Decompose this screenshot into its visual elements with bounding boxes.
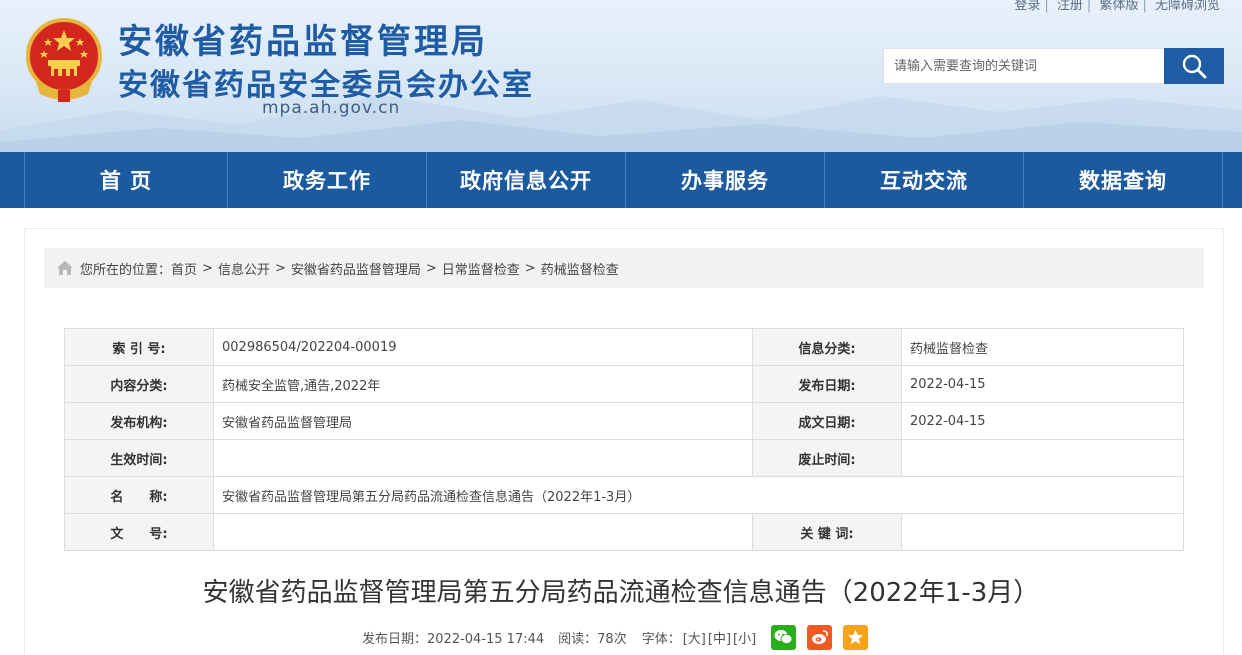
search-input[interactable] — [884, 49, 1164, 83]
site-header: 登录 | 注册 | 繁体版 | 无障碍浏览 安徽省药品监督管理局 安徽省药品安全委员会… — [0, 0, 1242, 152]
breadcrumb-info-disclosure[interactable]: 信息公开 — [218, 259, 270, 278]
table-row: 文 号: 关 键 词: — [64, 513, 1184, 551]
document-number-value — [213, 513, 753, 551]
category-value: 药械监督检查 — [901, 328, 1184, 366]
font-size-controls: 字体： [大] [中] [小] — [641, 628, 757, 647]
article-title: 安徽省药品监督管理局第五分局药品流通检查信息通告（2022年1-3月） — [202, 578, 1040, 608]
font-size-small-button[interactable]: [小] — [733, 632, 756, 647]
metadata-table: 索 引 号: 002986504/202204-00019 信息分类: 药械监督… — [64, 328, 1184, 551]
top-links: 登录 | 注册 | 繁体版 | 无障碍浏览 — [1010, 0, 1224, 13]
search-box — [883, 48, 1164, 84]
accessibility-link[interactable]: 无障碍浏览 — [1151, 0, 1224, 13]
breadcrumb-separator: > — [524, 260, 536, 276]
font-size-label: 字体： — [641, 631, 681, 647]
expiry-time-label: 废止时间: — [752, 439, 902, 477]
publish-date-label: 发布日期: — [752, 365, 902, 403]
table-row: 名 称: 安徽省药品监督管理局第五分局药品流通检查信息通告（2022年1-3月） — [64, 476, 1184, 514]
name-value: 安徽省药品监督管理局第五分局药品流通检查信息通告（2022年1-3月） — [213, 476, 1184, 514]
written-date-value: 2022-04-15 — [901, 402, 1184, 440]
site-title: 安徽省药品监督管理局 — [118, 22, 488, 62]
nav-home[interactable]: 首 页 — [25, 152, 227, 208]
national-emblem-logo[interactable] — [24, 16, 104, 104]
publisher-label: 发布机构: — [64, 402, 214, 440]
content-category-value: 药械安全监管,通告,2022年 — [213, 365, 753, 403]
table-row: 索 引 号: 002986504/202204-00019 信息分类: 药械监督… — [64, 328, 1184, 366]
nav-interaction[interactable]: 互动交流 — [825, 152, 1023, 208]
table-row: 内容分类: 药械安全监管,通告,2022年 发布日期: 2022-04-15 — [64, 365, 1184, 403]
article-meta: 发布日期：2022-04-15 17:44 阅读：78次 字体： [大] [中] [小… — [362, 624, 879, 650]
main-nav: 首 页 政务工作 政府信息公开 办事服务 互动交流 数据查询 — [0, 152, 1242, 208]
search-button[interactable] — [1164, 48, 1224, 84]
effective-time-value — [213, 439, 753, 477]
breadcrumb-prefix: 您所在的位置： — [80, 262, 172, 278]
publisher-value: 安徽省药品监督管理局 — [213, 402, 753, 440]
wechat-icon[interactable] — [771, 624, 797, 650]
index-number-label: 索 引 号: — [64, 328, 214, 366]
site-domain: mpa.ah.gov.cn — [262, 98, 401, 118]
publish-date-value: 2022-04-15 — [901, 365, 1184, 403]
breadcrumb-drug-device-inspection[interactable]: 药械监督检查 — [541, 259, 619, 278]
weibo-icon[interactable] — [807, 624, 833, 650]
breadcrumb-separator: > — [202, 260, 213, 276]
breadcrumb-separator: > — [274, 260, 286, 276]
nav-information-disclosure[interactable]: 政府信息公开 — [427, 152, 625, 208]
breadcrumb-daily-inspection[interactable]: 日常监督检查 — [442, 259, 520, 278]
category-label: 信息分类: — [752, 328, 902, 366]
search-icon — [1182, 54, 1207, 79]
breadcrumb-home[interactable]: 首页 — [171, 259, 197, 278]
document-number-label: 文 号: — [64, 513, 214, 551]
favorite-icon[interactable] — [843, 624, 869, 650]
keywords-value — [901, 513, 1184, 551]
publish-datetime: 发布日期：2022-04-15 17:44 — [362, 631, 545, 647]
breadcrumb-bureau[interactable]: 安徽省药品监督管理局 — [291, 259, 421, 278]
keywords-label: 关 键 词: — [752, 513, 902, 551]
table-row: 生效时间: 废止时间: — [64, 439, 1184, 477]
table-row: 发布机构: 安徽省药品监督管理局 成文日期: 2022-04-15 — [64, 402, 1184, 440]
home-icon — [56, 260, 74, 276]
view-count: 阅读：78次 — [558, 631, 627, 647]
traditional-chinese-link[interactable]: 繁体版 — [1095, 0, 1142, 13]
login-link[interactable]: 登录 — [1010, 0, 1044, 13]
register-link[interactable]: 注册 — [1053, 0, 1087, 13]
index-number-value: 002986504/202204-00019 — [213, 328, 753, 366]
breadcrumb-separator: > — [425, 260, 437, 276]
written-date-label: 成文日期: — [752, 402, 902, 440]
name-label: 名 称: — [64, 476, 214, 514]
nav-government-affairs[interactable]: 政务工作 — [228, 152, 426, 208]
breadcrumb: 您所在的位置： 首页 > 信息公开 > 安徽省药品监督管理局 > 日常监督检查 … — [44, 248, 1204, 288]
nav-data-query[interactable]: 数据查询 — [1024, 152, 1222, 208]
font-size-medium-button[interactable]: [中] — [708, 632, 731, 647]
font-size-large-button[interactable]: [大] — [683, 632, 706, 647]
expiry-time-value — [901, 439, 1184, 477]
effective-time-label: 生效时间: — [64, 439, 214, 477]
nav-services[interactable]: 办事服务 — [626, 152, 824, 208]
content-category-label: 内容分类: — [64, 365, 214, 403]
